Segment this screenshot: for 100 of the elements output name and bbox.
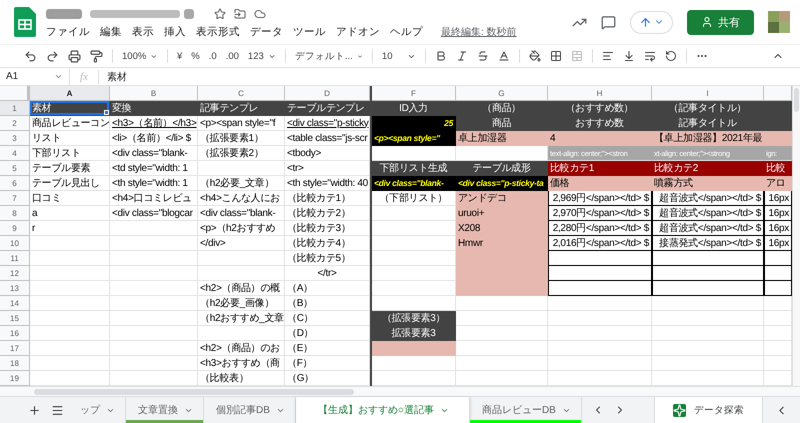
column-header[interactable]: B	[110, 86, 198, 101]
table-cell: 素材	[30, 101, 110, 116]
column-header[interactable]: G	[456, 86, 548, 101]
column-header[interactable]: F	[372, 86, 456, 101]
vertical-align-icon[interactable]	[622, 50, 635, 62]
table-cell: 記事タイトル	[652, 116, 764, 131]
column-header[interactable]: I	[652, 86, 764, 101]
row-number[interactable]: 11	[0, 251, 30, 266]
menu-item[interactable]: 挿入	[164, 24, 186, 38]
table-cell: 変換	[110, 101, 198, 116]
row-number[interactable]: 16	[0, 326, 30, 341]
wrap-icon[interactable]	[644, 50, 656, 62]
bold-icon[interactable]	[434, 50, 447, 62]
table-cell: <div class="blogcar	[110, 206, 198, 221]
row-number[interactable]: 12	[0, 266, 30, 281]
sheets-logo-icon[interactable]	[14, 7, 36, 37]
sheet-list-icon[interactable]	[51, 404, 64, 416]
paint-format-icon[interactable]	[90, 50, 103, 62]
column-header[interactable]: D	[285, 86, 370, 101]
present-button[interactable]	[630, 10, 673, 34]
decrease-decimal-button[interactable]: .0	[208, 50, 217, 62]
sheet-tab[interactable]: ップ	[68, 397, 126, 423]
add-sheet-icon[interactable]	[28, 404, 41, 416]
corner-header	[0, 86, 30, 101]
explore-button[interactable]: データ探索	[654, 397, 763, 423]
fill-handle[interactable]	[104, 110, 109, 115]
table-cell: テーブル要素	[30, 161, 110, 176]
table-cell: 25	[372, 116, 456, 131]
scrollbar[interactable]	[0, 386, 800, 396]
row-number[interactable]: 17	[0, 341, 30, 356]
row-number[interactable]: 9	[0, 221, 30, 236]
row-number[interactable]: 2	[0, 116, 30, 131]
table-cell: 超音波式</span></td> $	[652, 221, 764, 236]
row-number[interactable]: 1	[0, 101, 30, 116]
table-cell: <p>（h2おすすめ	[198, 221, 285, 236]
table-cell: （記事タイトル）	[652, 101, 764, 116]
table-cell: <td style="width: 1	[110, 161, 198, 176]
undo-icon[interactable]	[24, 50, 37, 62]
table-cell: テーブル成形	[456, 161, 548, 176]
table-cell: （比較カテ3）	[285, 221, 370, 236]
menu-item[interactable]: ファイル	[46, 24, 90, 38]
row-number[interactable]: 8	[0, 206, 30, 221]
font-size-select[interactable]: 10	[382, 50, 416, 62]
row-number[interactable]: 6	[0, 176, 30, 191]
cloud-icon[interactable]	[254, 8, 266, 20]
table-cell: 価格	[548, 176, 652, 191]
table-cell: 拡張要素3	[372, 326, 456, 341]
share-button[interactable]: 共有	[687, 10, 754, 34]
row-number[interactable]: 18	[0, 356, 30, 371]
menu-item[interactable]: データ	[250, 24, 283, 38]
comment-icon[interactable]	[601, 14, 616, 30]
font-select[interactable]: デフォルト...	[294, 50, 363, 62]
menu-item[interactable]: アドオン	[336, 24, 380, 38]
align-icon[interactable]	[602, 50, 614, 62]
text-color-icon[interactable]	[498, 50, 510, 62]
fill-color-icon[interactable]	[528, 50, 541, 62]
fx-label: fx	[79, 70, 89, 82]
column-header[interactable]: C	[198, 86, 285, 101]
row-number[interactable]: 7	[0, 191, 30, 206]
italic-icon[interactable]	[456, 50, 468, 62]
row-number[interactable]: 15	[0, 311, 30, 326]
sheet-tab[interactable]: 商品レビューDB	[470, 397, 582, 423]
borders-icon[interactable]	[550, 50, 562, 62]
menu-item[interactable]: ツール	[293, 24, 326, 38]
row-number[interactable]: 4	[0, 146, 30, 161]
print-icon[interactable]	[68, 50, 81, 62]
zoom-select[interactable]: 100%	[122, 50, 158, 62]
menu-item[interactable]: 表示形式	[196, 24, 240, 38]
increase-decimal-button[interactable]: .00	[226, 50, 239, 62]
row-number[interactable]: 10	[0, 236, 30, 251]
column-header[interactable]: A	[30, 86, 110, 101]
currency-button[interactable]: ¥	[177, 50, 182, 62]
menu-item[interactable]: 編集	[100, 24, 122, 38]
table-cell: <tbody>	[285, 146, 370, 161]
table-cell: 2,969円</span></td> $	[548, 191, 652, 206]
column-header[interactable]: H	[548, 86, 652, 101]
row-number[interactable]: 13	[0, 281, 30, 296]
row-number[interactable]: 3	[0, 131, 30, 146]
star-icon[interactable]	[214, 8, 226, 20]
menu-item[interactable]: 表示	[132, 24, 154, 38]
scrollbar[interactable]	[792, 86, 800, 386]
formula-field[interactable]: 素材	[98, 70, 127, 84]
sheet-tab[interactable]: 【生成】おすすめ○選記事	[296, 397, 470, 423]
table-cell: （比較カテ1）	[285, 191, 370, 206]
folder-icon[interactable]	[234, 8, 246, 20]
sheet-tab[interactable]: 文章置換	[126, 397, 204, 423]
last-edit-link[interactable]: 最終編集: 数秒前	[441, 24, 517, 38]
strikethrough-icon[interactable]	[476, 50, 489, 62]
rotate-icon[interactable]	[664, 50, 677, 62]
row-number[interactable]: 19	[0, 371, 30, 386]
row-number[interactable]: 5	[0, 161, 30, 176]
row-number[interactable]: 14	[0, 296, 30, 311]
number-format-select[interactable]: 123	[248, 50, 276, 62]
redo-icon[interactable]	[46, 50, 59, 62]
table-cell: <h4>口コミレビュ	[110, 191, 198, 206]
name-box[interactable]: A1	[0, 68, 70, 85]
table-cell	[764, 356, 792, 371]
table-cell: （A）	[285, 281, 370, 296]
menu-item[interactable]: ヘルプ	[390, 24, 423, 38]
percent-button[interactable]: %	[191, 50, 200, 62]
